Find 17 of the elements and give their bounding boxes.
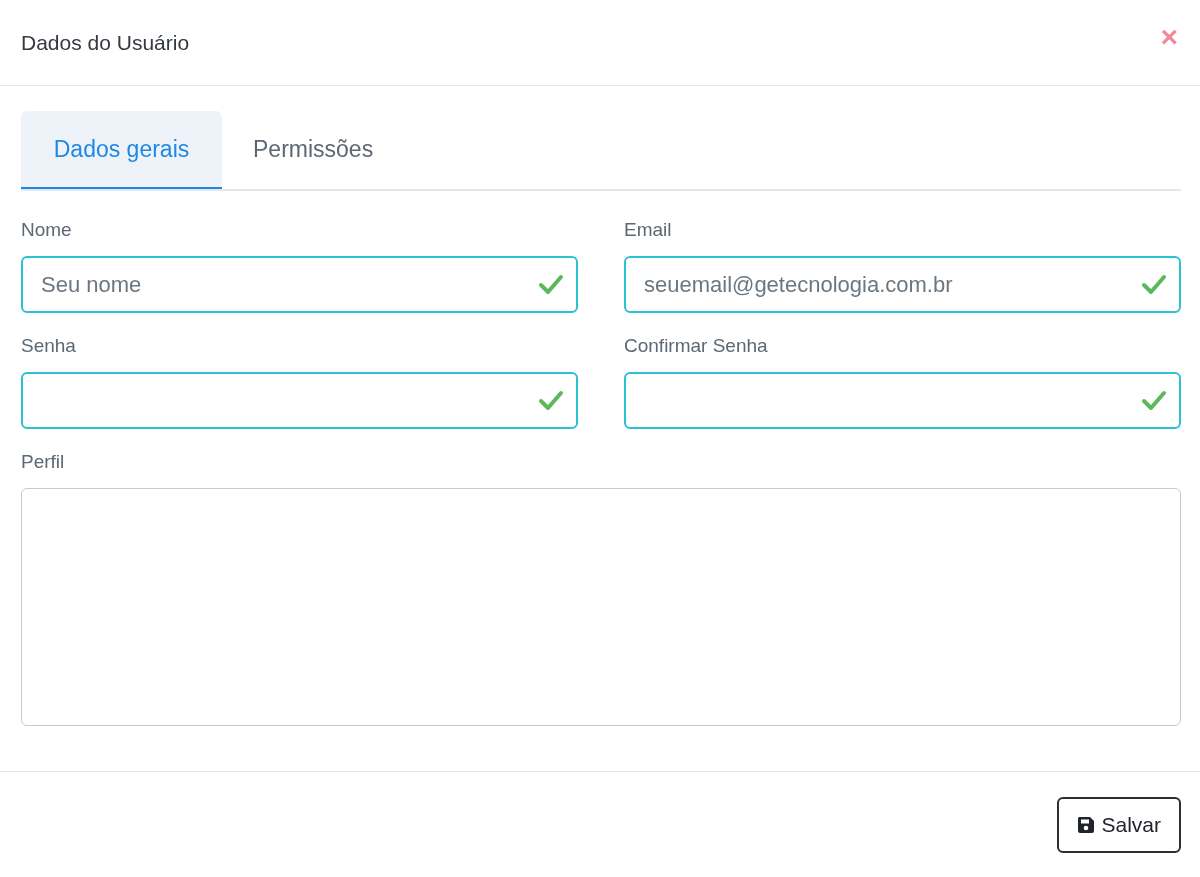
tab[interactable]: Dados gerais [21, 111, 222, 189]
field-label: Email [624, 219, 673, 241]
checkmark-icon [538, 389, 564, 411]
checkmark-icon [1141, 273, 1167, 295]
input-field[interactable] [624, 372, 1181, 429]
field-label: Senha [21, 335, 77, 357]
tab[interactable]: Permissões [222, 111, 405, 189]
modal-title: Dados do Usuário [21, 30, 190, 55]
field-label: Nome [21, 219, 73, 241]
input-field[interactable] [21, 372, 578, 429]
checkmark-icon [538, 273, 564, 295]
field-label: Perfil [21, 451, 66, 473]
checkmark-icon [1141, 389, 1167, 411]
field-label: Confirmar Senha [624, 335, 769, 357]
input-field[interactable]: Seu nome [21, 256, 578, 313]
input-field[interactable]: seuemail@getecnologia.com.br [624, 256, 1181, 313]
save-button[interactable]: Salvar [1057, 796, 1181, 853]
